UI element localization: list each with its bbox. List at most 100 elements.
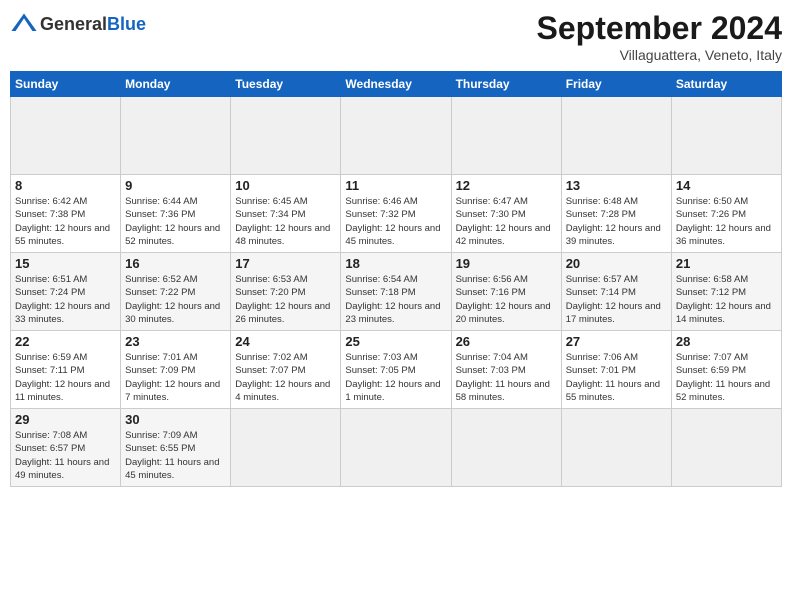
calendar-cell bbox=[121, 97, 231, 175]
day-info: Sunrise: 7:02 AMSunset: 7:07 PMDaylight:… bbox=[235, 351, 336, 404]
calendar-table: SundayMondayTuesdayWednesdayThursdayFrid… bbox=[10, 71, 782, 487]
calendar-cell: 24 Sunrise: 7:02 AMSunset: 7:07 PMDayligh… bbox=[231, 331, 341, 409]
day-number: 19 bbox=[456, 256, 557, 271]
day-info: Sunrise: 6:57 AMSunset: 7:14 PMDaylight:… bbox=[566, 273, 667, 326]
day-info: Sunrise: 6:59 AMSunset: 7:11 PMDaylight:… bbox=[15, 351, 116, 404]
calendar-cell: 11 Sunrise: 6:46 AMSunset: 7:32 PMDayligh… bbox=[341, 175, 451, 253]
calendar-cell: 30 Sunrise: 7:09 AMSunset: 6:55 PMDayligh… bbox=[121, 409, 231, 487]
day-info: Sunrise: 7:01 AMSunset: 7:09 PMDaylight:… bbox=[125, 351, 226, 404]
calendar-cell: 14 Sunrise: 6:50 AMSunset: 7:26 PMDayligh… bbox=[671, 175, 781, 253]
calendar-cell bbox=[11, 97, 121, 175]
day-number: 13 bbox=[566, 178, 667, 193]
day-number: 21 bbox=[676, 256, 777, 271]
day-info: Sunrise: 6:47 AMSunset: 7:30 PMDaylight:… bbox=[456, 195, 557, 248]
weekday-header-tuesday: Tuesday bbox=[231, 72, 341, 97]
calendar-week-2: 8 Sunrise: 6:42 AMSunset: 7:38 PMDaylight… bbox=[11, 175, 782, 253]
day-info: Sunrise: 6:52 AMSunset: 7:22 PMDaylight:… bbox=[125, 273, 226, 326]
day-number: 15 bbox=[15, 256, 116, 271]
calendar-cell: 10 Sunrise: 6:45 AMSunset: 7:34 PMDayligh… bbox=[231, 175, 341, 253]
month-title: September 2024 bbox=[537, 10, 782, 47]
day-number: 27 bbox=[566, 334, 667, 349]
day-info: Sunrise: 6:54 AMSunset: 7:18 PMDaylight:… bbox=[345, 273, 446, 326]
day-number: 30 bbox=[125, 412, 226, 427]
calendar-cell: 29 Sunrise: 7:08 AMSunset: 6:57 PMDayligh… bbox=[11, 409, 121, 487]
calendar-cell bbox=[231, 409, 341, 487]
calendar-cell: 25Sunrise: 7:03 AMSunset: 7:05 PMDayligh… bbox=[341, 331, 451, 409]
calendar-cell: 12 Sunrise: 6:47 AMSunset: 7:30 PMDayligh… bbox=[451, 175, 561, 253]
day-info: Sunrise: 7:03 AMSunset: 7:05 PMDaylight:… bbox=[345, 351, 446, 404]
calendar-cell bbox=[341, 97, 451, 175]
day-info: Sunrise: 7:04 AMSunset: 7:03 PMDaylight:… bbox=[456, 351, 557, 404]
day-number: 24 bbox=[235, 334, 336, 349]
calendar-cell bbox=[671, 97, 781, 175]
weekday-header-row: SundayMondayTuesdayWednesdayThursdayFrid… bbox=[11, 72, 782, 97]
calendar-cell: 20 Sunrise: 6:57 AMSunset: 7:14 PMDayligh… bbox=[561, 253, 671, 331]
calendar-cell: 13 Sunrise: 6:48 AMSunset: 7:28 PMDayligh… bbox=[561, 175, 671, 253]
calendar-cell: 26 Sunrise: 7:04 AMSunset: 7:03 PMDayligh… bbox=[451, 331, 561, 409]
calendar-cell bbox=[451, 409, 561, 487]
weekday-header-monday: Monday bbox=[121, 72, 231, 97]
day-info: Sunrise: 6:46 AMSunset: 7:32 PMDaylight:… bbox=[345, 195, 446, 248]
day-number: 23 bbox=[125, 334, 226, 349]
calendar-cell: 16 Sunrise: 6:52 AMSunset: 7:22 PMDayligh… bbox=[121, 253, 231, 331]
calendar-cell bbox=[561, 97, 671, 175]
day-info: Sunrise: 6:58 AMSunset: 7:12 PMDaylight:… bbox=[676, 273, 777, 326]
weekday-header-thursday: Thursday bbox=[451, 72, 561, 97]
day-number: 9 bbox=[125, 178, 226, 193]
day-number: 14 bbox=[676, 178, 777, 193]
day-info: Sunrise: 6:42 AMSunset: 7:38 PMDaylight:… bbox=[15, 195, 116, 248]
weekday-header-sunday: Sunday bbox=[11, 72, 121, 97]
day-number: 22 bbox=[15, 334, 116, 349]
day-info: Sunrise: 6:50 AMSunset: 7:26 PMDaylight:… bbox=[676, 195, 777, 248]
weekday-header-friday: Friday bbox=[561, 72, 671, 97]
day-info: Sunrise: 6:56 AMSunset: 7:16 PMDaylight:… bbox=[456, 273, 557, 326]
calendar-week-5: 29 Sunrise: 7:08 AMSunset: 6:57 PMDayligh… bbox=[11, 409, 782, 487]
calendar-cell: 27 Sunrise: 7:06 AMSunset: 7:01 PMDayligh… bbox=[561, 331, 671, 409]
calendar-week-4: 22 Sunrise: 6:59 AMSunset: 7:11 PMDayligh… bbox=[11, 331, 782, 409]
title-block: September 2024 Villaguattera, Veneto, It… bbox=[537, 10, 782, 63]
location-text: Villaguattera, Veneto, Italy bbox=[537, 47, 782, 63]
calendar-cell bbox=[451, 97, 561, 175]
calendar-week-1 bbox=[11, 97, 782, 175]
day-number: 20 bbox=[566, 256, 667, 271]
day-number: 18 bbox=[345, 256, 446, 271]
day-number: 11 bbox=[345, 178, 446, 193]
day-number: 10 bbox=[235, 178, 336, 193]
calendar-cell: 23 Sunrise: 7:01 AMSunset: 7:09 PMDayligh… bbox=[121, 331, 231, 409]
logo-blue-text: Blue bbox=[107, 14, 146, 34]
day-info: Sunrise: 7:06 AMSunset: 7:01 PMDaylight:… bbox=[566, 351, 667, 404]
calendar-cell: 22 Sunrise: 6:59 AMSunset: 7:11 PMDayligh… bbox=[11, 331, 121, 409]
day-number: 12 bbox=[456, 178, 557, 193]
logo: GeneralBlue bbox=[10, 10, 146, 38]
day-info: Sunrise: 6:44 AMSunset: 7:36 PMDaylight:… bbox=[125, 195, 226, 248]
page-header: GeneralBlue September 2024 Villaguattera… bbox=[10, 10, 782, 63]
day-info: Sunrise: 7:08 AMSunset: 6:57 PMDaylight:… bbox=[15, 429, 116, 482]
weekday-header-wednesday: Wednesday bbox=[341, 72, 451, 97]
calendar-cell: 9 Sunrise: 6:44 AMSunset: 7:36 PMDaylight… bbox=[121, 175, 231, 253]
calendar-cell: 18 Sunrise: 6:54 AMSunset: 7:18 PMDayligh… bbox=[341, 253, 451, 331]
day-info: Sunrise: 7:07 AMSunset: 6:59 PMDaylight:… bbox=[676, 351, 777, 404]
day-info: Sunrise: 6:45 AMSunset: 7:34 PMDaylight:… bbox=[235, 195, 336, 248]
calendar-cell: 19 Sunrise: 6:56 AMSunset: 7:16 PMDayligh… bbox=[451, 253, 561, 331]
calendar-cell bbox=[231, 97, 341, 175]
day-number: 29 bbox=[15, 412, 116, 427]
day-info: Sunrise: 6:53 AMSunset: 7:20 PMDaylight:… bbox=[235, 273, 336, 326]
calendar-cell bbox=[671, 409, 781, 487]
day-info: Sunrise: 7:09 AMSunset: 6:55 PMDaylight:… bbox=[125, 429, 226, 482]
calendar-cell bbox=[561, 409, 671, 487]
day-number: 28 bbox=[676, 334, 777, 349]
logo-general-text: General bbox=[40, 14, 107, 34]
day-info: Sunrise: 6:51 AMSunset: 7:24 PMDaylight:… bbox=[15, 273, 116, 326]
calendar-cell: 15 Sunrise: 6:51 AMSunset: 7:24 PMDayligh… bbox=[11, 253, 121, 331]
calendar-cell: 17Sunrise: 6:53 AMSunset: 7:20 PMDayligh… bbox=[231, 253, 341, 331]
weekday-header-saturday: Saturday bbox=[671, 72, 781, 97]
calendar-cell: 8 Sunrise: 6:42 AMSunset: 7:38 PMDaylight… bbox=[11, 175, 121, 253]
calendar-cell: 28 Sunrise: 7:07 AMSunset: 6:59 PMDayligh… bbox=[671, 331, 781, 409]
day-info: Sunrise: 6:48 AMSunset: 7:28 PMDaylight:… bbox=[566, 195, 667, 248]
logo-icon bbox=[10, 10, 38, 38]
calendar-cell bbox=[341, 409, 451, 487]
day-number: 16 bbox=[125, 256, 226, 271]
calendar-cell: 21 Sunrise: 6:58 AMSunset: 7:12 PMDayligh… bbox=[671, 253, 781, 331]
day-number: 26 bbox=[456, 334, 557, 349]
day-number: 8 bbox=[15, 178, 116, 193]
